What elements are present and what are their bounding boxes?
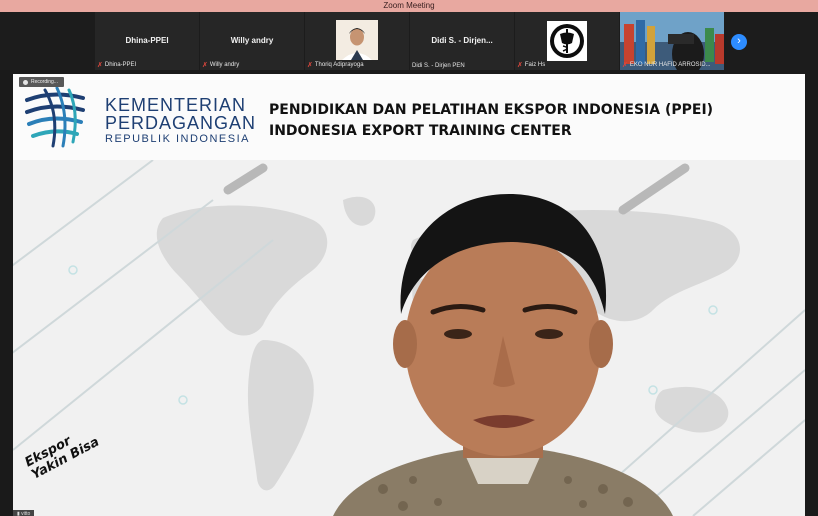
participant-tile[interactable]: Willy andry ✗ Willy andry (200, 12, 304, 70)
window-title: Zoom Meeting (383, 1, 435, 10)
active-speaker-video: KEMENTERIAN PERDAGANGAN REPUBLIK INDONES… (13, 74, 805, 516)
recording-indicator[interactable]: Recording... (19, 77, 64, 87)
chevron-right-icon: › (737, 35, 741, 47)
slide-heading: PENDIDIKAN DAN PELATIHAN EKSPOR INDONESI… (269, 100, 713, 142)
participant-strip: Dhina-PPEI ✗ Dhina-PPEI Willy andry ✗ Will… (0, 12, 818, 70)
participant-tile[interactable]: Dhina-PPEI ✗ Dhina-PPEI (95, 12, 199, 70)
network-label: vitto (21, 511, 31, 516)
participant-label: EKO NUR HAFID ARROSID... (629, 62, 711, 68)
ministry-line2: PERDAGANGAN (105, 113, 257, 133)
participant-tile[interactable]: ✗ Thoriq Adiprayoga (305, 12, 409, 70)
pharmacy-logo-icon (547, 21, 587, 61)
slide-header: KEMENTERIAN PERDAGANGAN REPUBLIK INDONES… (13, 74, 805, 160)
participant-center-name: Dhina-PPEI (125, 36, 169, 45)
heading-line1: PENDIDIKAN DAN PELATIHAN EKSPOR INDONESI… (269, 102, 714, 118)
heading-line2: INDONESIA EXPORT TRAINING CENTER (269, 123, 572, 139)
participant-label: Thoriq Adiprayoga (314, 62, 364, 68)
next-page-button[interactable]: › (731, 34, 747, 50)
ministry-logo-icon (25, 86, 85, 148)
participant-label: Dhina-PPEI (104, 62, 137, 68)
participant-photo (336, 20, 378, 60)
muted-mic-icon: ✗ (307, 62, 313, 69)
participant-label: Faiz Hs (524, 62, 546, 68)
muted-mic-icon: ✗ (517, 62, 523, 69)
speaker-silhouette (333, 193, 673, 516)
ministry-line1: KEMENTERIAN (105, 95, 247, 115)
network-indicator: ▮ vitto (13, 510, 35, 516)
participant-tile[interactable]: ✗ Faiz Hs (515, 12, 619, 70)
participant-tile[interactable]: Didi S. - Dirjen... Didi S. - Dirjen PEN (410, 12, 514, 70)
muted-mic-icon: ✗ (622, 62, 628, 69)
recording-label: Recording... (31, 79, 58, 85)
ministry-line3: REPUBLIK INDONESIA (105, 133, 250, 145)
participant-label: Willy andry (209, 62, 240, 68)
record-icon (23, 79, 28, 85)
window-titlebar: Zoom Meeting (0, 0, 818, 12)
participant-center-name: Didi S. - Dirjen... (431, 36, 493, 45)
ministry-wordmark: KEMENTERIAN PERDAGANGAN REPUBLIK INDONES… (105, 96, 256, 146)
participant-label: Didi S. - Dirjen PEN (412, 63, 465, 69)
participant-tile[interactable]: ✗ EKO NUR HAFID ARROSID... (620, 12, 724, 70)
participant-center-name: Willy andry (230, 36, 274, 45)
muted-mic-icon: ✗ (202, 62, 208, 69)
muted-mic-icon: ✗ (97, 62, 103, 69)
